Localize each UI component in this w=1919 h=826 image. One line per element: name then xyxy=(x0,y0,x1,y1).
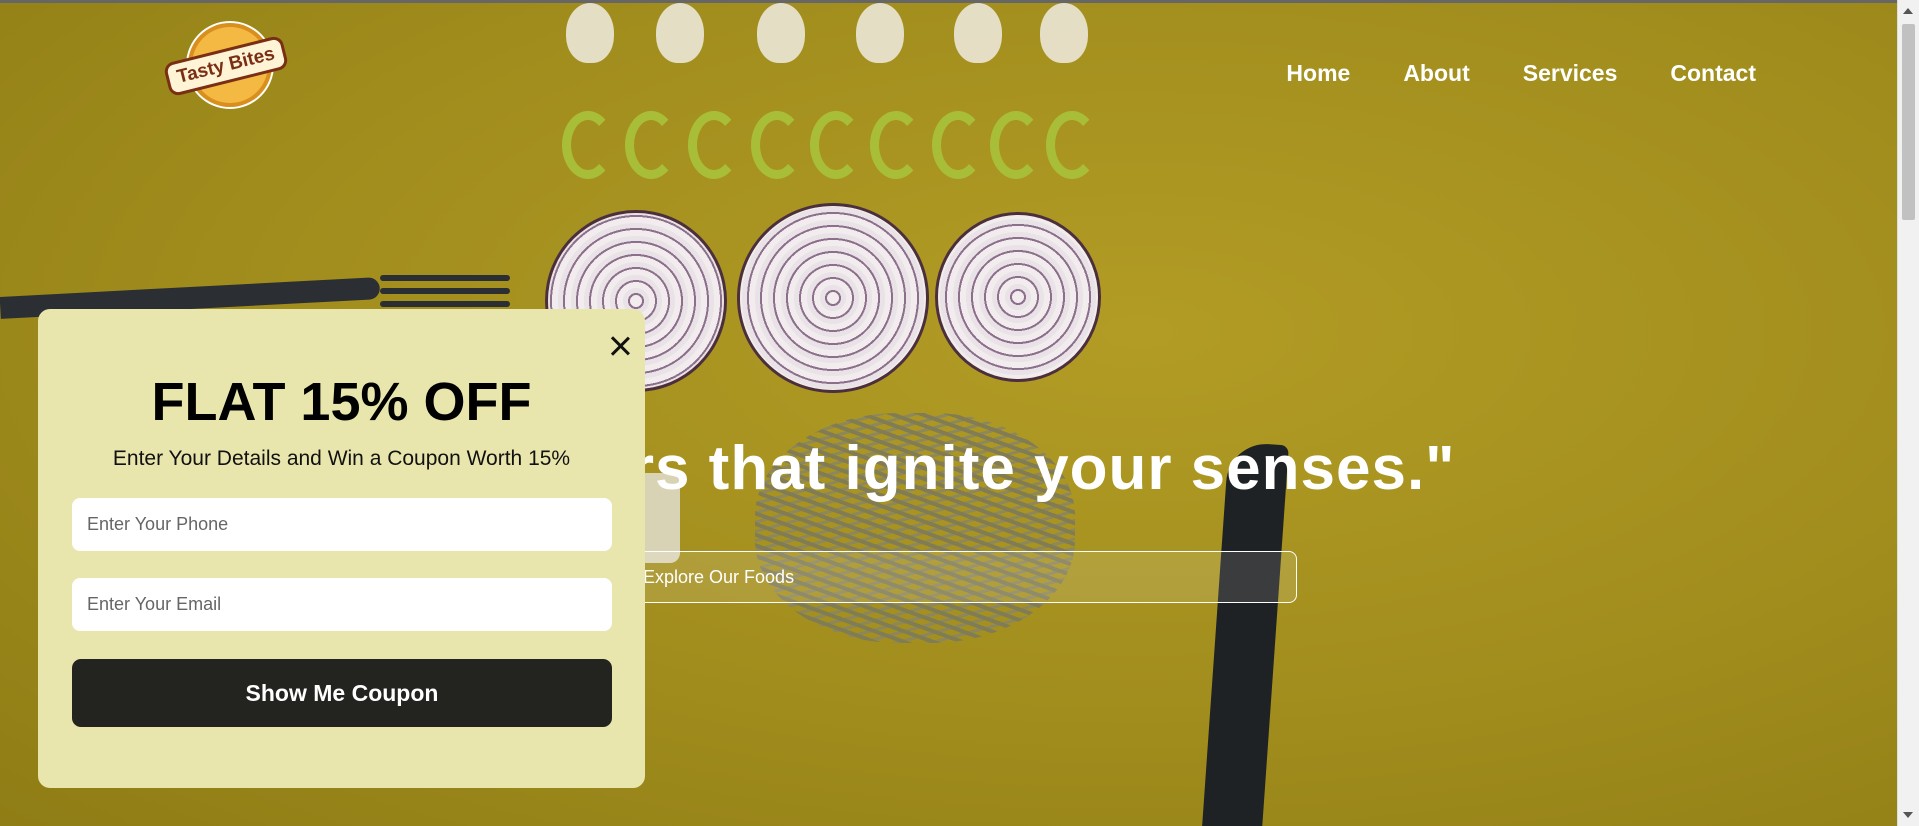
brand-logo[interactable]: Tasty Bites xyxy=(162,23,290,109)
onion-slice-image xyxy=(938,215,1098,379)
fork-tine xyxy=(380,301,510,307)
garlic-clove-image xyxy=(954,3,1002,63)
garlic-clove-image xyxy=(856,3,904,63)
popup-subtitle: Enter Your Details and Win a Coupon Wort… xyxy=(112,447,571,470)
pepper-slice-image xyxy=(751,111,803,179)
pepper-slice-image xyxy=(562,111,614,179)
chevron-down-icon[interactable] xyxy=(1903,812,1913,818)
pepper-slice-image xyxy=(932,111,984,179)
explore-foods-button[interactable]: Explore Our Foods xyxy=(612,551,1297,603)
page-scrollbar[interactable] xyxy=(1897,0,1919,826)
fork-tine xyxy=(380,288,510,294)
onion-slice-image xyxy=(740,206,926,390)
close-icon[interactable] xyxy=(605,331,635,361)
scroll-thumb[interactable] xyxy=(1902,24,1915,220)
coupon-popup: FLAT 15% OFF Enter Your Details and Win … xyxy=(38,309,645,788)
nav-link-about[interactable]: About xyxy=(1403,60,1469,87)
show-coupon-button[interactable]: Show Me Coupon xyxy=(72,659,612,727)
pepper-slice-image xyxy=(688,111,740,179)
garlic-clove-image xyxy=(1040,3,1088,63)
chevron-up-icon[interactable] xyxy=(1903,8,1913,14)
garlic-clove-image xyxy=(566,3,614,63)
fork-tine xyxy=(380,275,510,281)
pepper-slice-image xyxy=(1046,111,1098,179)
phone-input[interactable] xyxy=(72,498,612,551)
email-input[interactable] xyxy=(72,578,612,631)
pepper-slice-image xyxy=(990,111,1042,179)
garlic-clove-image xyxy=(757,3,805,63)
nav-link-home[interactable]: Home xyxy=(1286,60,1350,87)
pepper-slice-image xyxy=(625,111,677,179)
popup-title: FLAT 15% OFF xyxy=(151,372,532,432)
garlic-clove-image xyxy=(656,3,704,63)
pepper-slice-image xyxy=(810,111,862,179)
main-nav: Home About Services Contact xyxy=(1286,60,1756,87)
pepper-slice-image xyxy=(870,111,922,179)
nav-link-contact[interactable]: Contact xyxy=(1670,60,1756,87)
hero-headline: avors that ignite your senses." xyxy=(520,434,1456,503)
nav-link-services[interactable]: Services xyxy=(1523,60,1618,87)
